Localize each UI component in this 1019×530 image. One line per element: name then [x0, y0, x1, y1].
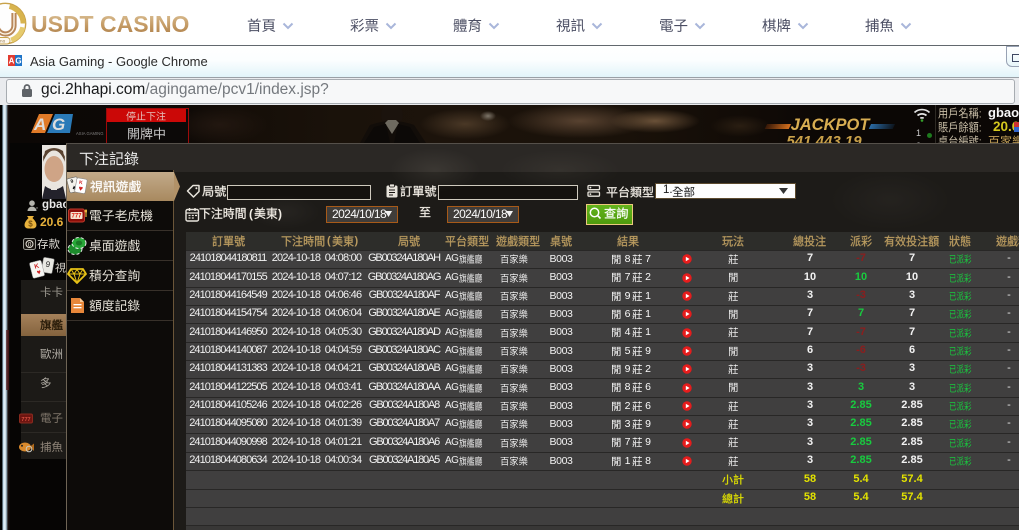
svg-text:casino: casino [0, 39, 6, 44]
svg-text:*: * [36, 207, 38, 211]
svg-text:A: A [9, 57, 15, 66]
svg-text:ASIA GAMING: ASIA GAMING [76, 131, 103, 136]
svg-text:0: 0 [28, 242, 32, 249]
svg-text:A: A [33, 115, 46, 134]
svg-text:$: $ [28, 220, 33, 229]
svg-text:G: G [52, 115, 65, 134]
svg-text:777: 777 [21, 417, 30, 423]
svg-text:G: G [15, 57, 21, 66]
svg-text:777: 777 [71, 214, 82, 220]
